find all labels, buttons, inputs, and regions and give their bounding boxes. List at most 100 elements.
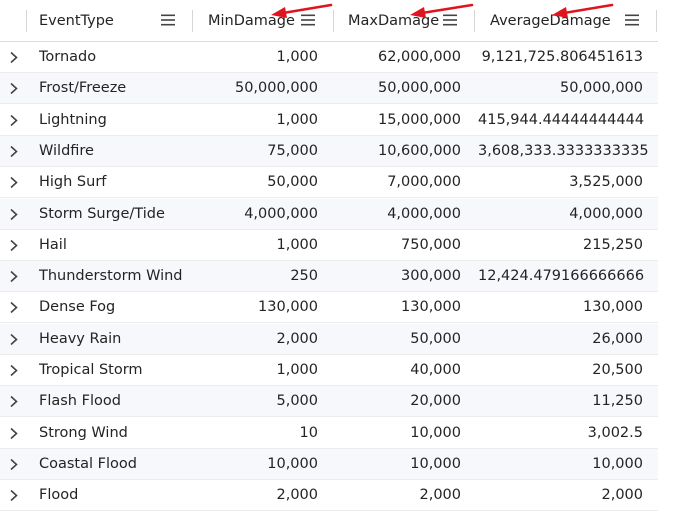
cell-event-type: Flash Flood (39, 393, 121, 410)
column-header-maxdamage[interactable]: MaxDamage (348, 0, 458, 41)
cell-max-damage: 750,000 (401, 236, 461, 253)
cell-average-damage: 10,000 (592, 455, 643, 472)
chevron-right-icon[interactable] (8, 301, 20, 314)
cell-average-damage: 415,944.44444444444 (478, 111, 645, 128)
cell-max-damage: 62,000,000 (377, 49, 461, 65)
chevron-right-icon[interactable] (8, 395, 20, 408)
chevron-right-icon[interactable] (8, 458, 20, 471)
column-separator[interactable] (333, 10, 334, 32)
column-separator[interactable] (192, 10, 193, 32)
cell-event-type: Dense Fog (39, 299, 116, 316)
cell-average-damage: 2,000 (601, 487, 643, 504)
cell-event-type: Flood (39, 487, 79, 504)
cell-average-damage: 11,250 (592, 393, 643, 410)
column-separator[interactable] (656, 10, 657, 32)
cell-event-type: Lightning (39, 111, 107, 128)
table-row[interactable]: Tornado 1,000 62,000,000 9,121,725.80645161… (0, 42, 658, 73)
cell-event-type: Hail (39, 236, 67, 253)
cell-max-damage: 2,000 (419, 487, 461, 504)
table-row[interactable]: Thunderstorm Wind 250 300,000 12,424.479166… (0, 261, 658, 293)
table-row[interactable]: High Surf 50,000 7,000,000 3,525,000 (0, 167, 658, 199)
cell-min-damage: 250 (290, 268, 318, 285)
chevron-right-icon[interactable] (8, 489, 20, 502)
chevron-right-icon[interactable] (8, 270, 20, 283)
column-header-label: MaxDamage (348, 12, 440, 29)
chevron-right-icon[interactable] (8, 364, 20, 377)
table-row[interactable]: Tropical Storm 1,000 40,000 20,500 (0, 355, 658, 386)
cell-event-type: Heavy Rain (39, 330, 122, 347)
column-header-label: MinDamage (208, 12, 295, 29)
column-menu-icon[interactable] (625, 14, 639, 26)
cell-max-damage: 7,000,000 (387, 174, 461, 191)
column-menu-icon[interactable] (443, 14, 457, 26)
cell-event-type: Coastal Flood (39, 455, 137, 472)
cell-min-damage: 1,000 (276, 362, 318, 378)
column-header-label: AverageDamage (490, 12, 611, 29)
table-row[interactable]: Coastal Flood 10,000 10,000 10,000 (0, 448, 658, 480)
cell-event-type: Wildfire (39, 142, 94, 159)
cell-max-damage: 10,000 (410, 424, 461, 441)
chevron-right-icon[interactable] (8, 208, 20, 221)
cell-event-type: High Surf (39, 174, 107, 191)
chevron-right-icon[interactable] (8, 176, 20, 189)
cell-min-damage: 75,000 (267, 142, 318, 159)
table-row[interactable]: Hail 1,000 750,000 215,250 (0, 230, 658, 261)
cell-event-type: Frost/Freeze (39, 80, 127, 97)
cell-event-type: Tornado (39, 49, 97, 65)
chevron-right-icon[interactable] (8, 51, 20, 64)
table-row[interactable]: Dense Fog 130,000 130,000 130,000 (0, 292, 658, 324)
cell-average-damage: 50,000,000 (559, 80, 643, 97)
chevron-right-icon[interactable] (8, 333, 20, 346)
cell-min-damage: 5,000 (276, 393, 318, 410)
chevron-right-icon[interactable] (8, 145, 20, 158)
table-row[interactable]: Flood 2,000 2,000 2,000 (0, 480, 658, 512)
table-row[interactable]: Frost/Freeze 50,000,000 50,000,000 50,000,0… (0, 73, 658, 105)
column-header-label: EventType (39, 12, 114, 29)
cell-average-damage: 3,002.5 (587, 424, 643, 441)
cell-event-type: Strong Wind (39, 424, 128, 441)
chevron-right-icon[interactable] (8, 427, 20, 440)
column-separator[interactable] (26, 10, 27, 32)
column-menu-icon[interactable] (161, 14, 175, 26)
cell-min-damage: 10,000 (267, 455, 318, 472)
cell-event-type: Storm Surge/Tide (39, 205, 165, 222)
cell-event-type: Tropical Storm (39, 362, 143, 378)
cell-min-damage: 130,000 (258, 299, 318, 316)
chevron-right-icon[interactable] (8, 114, 20, 127)
cell-min-damage: 1,000 (276, 49, 318, 65)
table-row[interactable]: Heavy Rain 2,000 50,000 26,000 (0, 323, 658, 355)
cell-max-damage: 50,000,000 (377, 80, 461, 97)
cell-max-damage: 130,000 (401, 299, 461, 316)
cell-min-damage: 4,000,000 (244, 205, 318, 222)
cell-average-damage: 4,000,000 (569, 205, 643, 222)
cell-min-damage: 2,000 (276, 487, 318, 504)
table-row[interactable]: Wildfire 75,000 10,600,000 3,608,333.333333… (0, 135, 658, 167)
cell-average-damage: 12,424.479166666666 (478, 268, 645, 285)
column-header-averagedamage[interactable]: AverageDamage (490, 0, 620, 41)
column-menu-icon[interactable] (301, 14, 315, 26)
cell-min-damage: 2,000 (276, 330, 318, 347)
cell-min-damage: 1,000 (276, 111, 318, 128)
cell-max-damage: 4,000,000 (387, 205, 461, 222)
cell-min-damage: 10 (299, 424, 318, 441)
cell-max-damage: 10,600,000 (377, 142, 461, 159)
table-row[interactable]: Storm Surge/Tide 4,000,000 4,000,000 4,000,… (0, 198, 658, 230)
table-row[interactable]: Lightning 1,000 15,000,000 415,944.44444444… (0, 105, 658, 136)
chevron-right-icon[interactable] (8, 239, 20, 252)
table-row[interactable]: Strong Wind 10 10,000 3,002.5 (0, 418, 658, 449)
cell-average-damage: 26,000 (592, 330, 643, 347)
cell-min-damage: 50,000 (267, 174, 318, 191)
table-row[interactable]: Flash Flood 5,000 20,000 11,250 (0, 386, 658, 418)
cell-max-damage: 15,000,000 (377, 111, 461, 128)
chevron-right-icon[interactable] (8, 82, 20, 95)
column-separator[interactable] (474, 10, 475, 32)
cell-max-damage: 10,000 (410, 455, 461, 472)
cell-min-damage: 50,000,000 (234, 80, 318, 97)
cell-average-damage: 3,525,000 (569, 174, 643, 191)
cell-average-damage: 9,121,725.806451613 (481, 49, 643, 65)
cell-min-damage: 1,000 (276, 236, 318, 253)
cell-average-damage: 3,608,333.3333333335 (478, 142, 649, 159)
cell-max-damage: 300,000 (401, 268, 461, 285)
cell-max-damage: 50,000 (410, 330, 461, 347)
cell-average-damage: 130,000 (583, 299, 643, 316)
